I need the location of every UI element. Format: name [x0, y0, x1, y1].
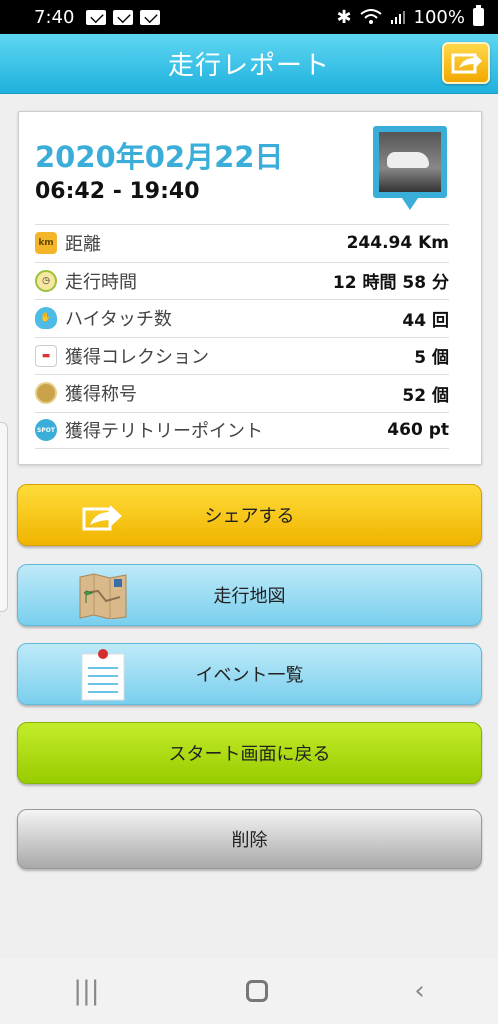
- stat-row-distance: km 距離 244.94 Km: [35, 224, 449, 262]
- stat-value: 44 回: [402, 310, 449, 331]
- car-photo: [379, 132, 441, 192]
- stat-row-drive-time: ◷ 走行時間 12 時間 58 分: [35, 261, 449, 300]
- hand-icon: ✋: [35, 307, 57, 330]
- status-bar: 7:40 ✱ 100%: [0, 0, 498, 34]
- clock-icon: ◷: [35, 269, 57, 292]
- battery-level: 100%: [413, 6, 465, 28]
- medal-icon: [35, 382, 57, 405]
- bluetooth-icon: ✱: [336, 6, 352, 28]
- system-nav-bar: ||| ‹: [0, 958, 498, 1024]
- signal-icon: [390, 11, 405, 24]
- share-icon: [451, 53, 482, 74]
- page-title: 走行レポート: [167, 51, 330, 81]
- stat-row-collection: ▬ 獲得コレクション 5 個: [35, 336, 449, 375]
- stat-value: 52 個: [402, 385, 449, 406]
- stat-value: 460 pt: [387, 420, 449, 441]
- stat-label: 獲得称号: [65, 384, 137, 406]
- title-bar: 走行レポート: [0, 34, 498, 94]
- stat-value: 12 時間 58 分: [332, 273, 449, 294]
- recent-apps-icon[interactable]: |||: [73, 976, 99, 1006]
- status-time: 7:40: [34, 6, 75, 28]
- event-list-button[interactable]: イベント一覧: [17, 643, 482, 705]
- notification-icons: [86, 9, 161, 25]
- mail-icon: [86, 9, 107, 25]
- stat-label: 獲得コレクション: [65, 346, 209, 368]
- back-to-start-button-label: スタート画面に戻る: [168, 744, 331, 765]
- mail-icon: [113, 9, 134, 25]
- stat-label: 走行時間: [65, 271, 137, 293]
- system-status: ✱ 100%: [336, 5, 484, 28]
- back-to-start-button[interactable]: スタート画面に戻る: [17, 722, 482, 784]
- report-date: 2020年02月22日: [35, 140, 284, 174]
- home-icon[interactable]: [245, 980, 268, 1002]
- delete-button-label: 削除: [231, 830, 268, 851]
- map-icon: [79, 573, 127, 619]
- stats-list: km 距離 244.94 Km ◷ 走行時間 12 時間 58 分 ✋ ハイタッ…: [35, 224, 449, 449]
- back-icon[interactable]: ‹: [414, 976, 424, 1006]
- delete-button[interactable]: 削除: [17, 809, 482, 869]
- side-drawer-handle[interactable]: [0, 422, 8, 612]
- stat-row-titles: 獲得称号 52 個: [35, 374, 449, 412]
- battery-icon: [473, 5, 484, 26]
- wifi-icon: [359, 9, 382, 24]
- drive-map-button-label: 走行地図: [213, 586, 286, 607]
- stat-label: ハイタッチ数: [65, 309, 172, 331]
- car-icon: ▬: [35, 344, 57, 367]
- stat-row-territory-points: SPOT 獲得テリトリーポイント 460 pt: [35, 411, 449, 449]
- km-icon: km: [35, 232, 57, 255]
- spot-icon: SPOT: [35, 419, 57, 442]
- event-list-button-label: イベント一覧: [195, 665, 304, 686]
- report-time-range: 06:42 - 19:40: [35, 179, 200, 204]
- stat-row-high-touch: ✋ ハイタッチ数 44 回: [35, 299, 449, 337]
- stat-value: 244.94 Km: [346, 233, 449, 254]
- stat-label: 獲得テリトリーポイント: [65, 421, 263, 443]
- stat-label: 距離: [65, 234, 101, 256]
- drive-map-button[interactable]: 走行地図: [17, 564, 482, 626]
- stat-value: 5 個: [414, 348, 449, 369]
- share-icon: [82, 505, 122, 531]
- car-thumbnail[interactable]: [373, 126, 447, 210]
- share-button-label: シェアする: [204, 506, 295, 527]
- report-card: 2020年02月22日 06:42 - 19:40 km 距離 244.94 K…: [18, 111, 482, 465]
- memo-icon: [81, 649, 125, 701]
- share-button[interactable]: シェアする: [17, 484, 482, 546]
- header-share-button[interactable]: [442, 42, 490, 84]
- mail-icon: [140, 9, 161, 25]
